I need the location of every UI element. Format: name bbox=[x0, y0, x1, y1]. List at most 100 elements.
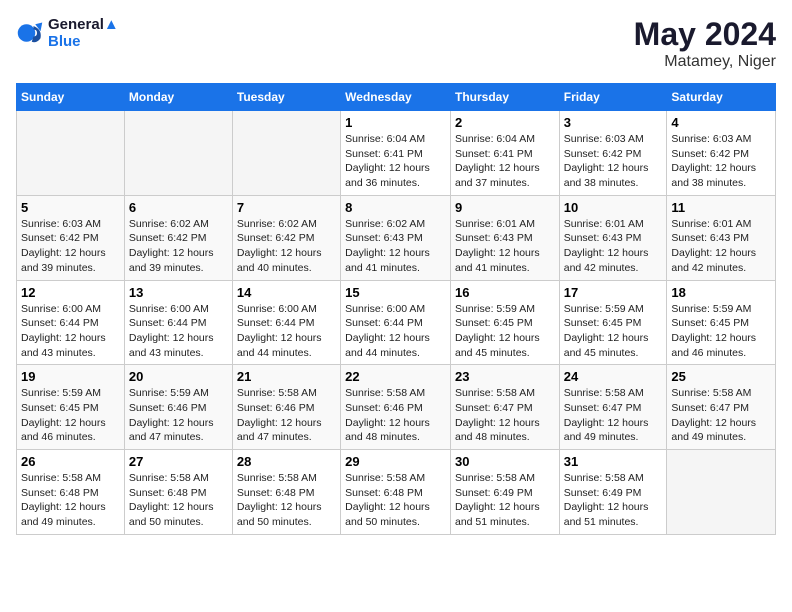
cell-content: Sunrise: 5:59 AM Sunset: 6:45 PM Dayligh… bbox=[671, 302, 771, 361]
calendar-cell: 7 Sunrise: 6:02 AM Sunset: 6:42 PM Daylig… bbox=[232, 195, 340, 280]
cell-content: Sunrise: 6:01 AM Sunset: 6:43 PM Dayligh… bbox=[455, 217, 555, 276]
cell-content: Sunrise: 6:02 AM Sunset: 6:43 PM Dayligh… bbox=[345, 217, 446, 276]
column-header-saturday: Saturday bbox=[667, 84, 776, 111]
day-number: 12 bbox=[21, 285, 120, 300]
day-number: 17 bbox=[564, 285, 663, 300]
calendar-cell bbox=[232, 111, 340, 196]
logo-text: General▲ Blue bbox=[48, 16, 119, 50]
day-number: 16 bbox=[455, 285, 555, 300]
column-header-sunday: Sunday bbox=[17, 84, 125, 111]
calendar-cell: 6Sunrise: 6:02 AM Sunset: 6:42 PM Daylig… bbox=[124, 195, 232, 280]
calendar-cell: 30 Sunrise: 5:58 AM Sunset: 6:49 PM Dayli… bbox=[450, 450, 559, 535]
day-number: 20 bbox=[129, 369, 228, 384]
calendar-cell: 22Sunrise: 5:58 AM Sunset: 6:46 PM Dayli… bbox=[341, 365, 451, 450]
calendar-cell: 13 Sunrise: 6:00 AM Sunset: 6:44 PM Dayli… bbox=[124, 280, 232, 365]
column-header-wednesday: Wednesday bbox=[341, 84, 451, 111]
calendar-cell: 12Sunrise: 6:00 AM Sunset: 6:44 PM Dayli… bbox=[17, 280, 125, 365]
header-row: SundayMondayTuesdayWednesdayThursdayFrid… bbox=[17, 84, 776, 111]
cell-content: Sunrise: 5:58 AM Sunset: 6:47 PM Dayligh… bbox=[564, 386, 663, 445]
calendar-cell: 2Sunrise: 6:04 AM Sunset: 6:41 PM Daylig… bbox=[450, 111, 559, 196]
column-header-monday: Monday bbox=[124, 84, 232, 111]
day-number: 19 bbox=[21, 369, 120, 384]
day-number: 15 bbox=[345, 285, 446, 300]
cell-content: Sunrise: 5:59 AM Sunset: 6:45 PM Dayligh… bbox=[21, 386, 120, 445]
calendar-cell: 17 Sunrise: 5:59 AM Sunset: 6:45 PM Dayli… bbox=[559, 280, 667, 365]
week-row-4: 19 Sunrise: 5:59 AM Sunset: 6:45 PM Dayli… bbox=[17, 365, 776, 450]
calendar-cell bbox=[667, 450, 776, 535]
day-number: 31 bbox=[564, 454, 663, 469]
cell-content: Sunrise: 6:03 AM Sunset: 6:42 PM Dayligh… bbox=[671, 132, 771, 191]
cell-content: Sunrise: 5:58 AM Sunset: 6:48 PM Dayligh… bbox=[345, 471, 446, 530]
week-row-1: 1Sunrise: 6:04 AM Sunset: 6:41 PM Daylig… bbox=[17, 111, 776, 196]
cell-content: Sunrise: 5:58 AM Sunset: 6:49 PM Dayligh… bbox=[564, 471, 663, 530]
week-row-2: 5Sunrise: 6:03 AM Sunset: 6:42 PM Daylig… bbox=[17, 195, 776, 280]
cell-content: Sunrise: 5:58 AM Sunset: 6:48 PM Dayligh… bbox=[21, 471, 120, 530]
day-number: 14 bbox=[237, 285, 336, 300]
day-number: 23 bbox=[455, 369, 555, 384]
calendar-table: SundayMondayTuesdayWednesdayThursdayFrid… bbox=[16, 83, 776, 535]
calendar-cell: 25 Sunrise: 5:58 AM Sunset: 6:47 PM Dayli… bbox=[667, 365, 776, 450]
cell-content: Sunrise: 6:03 AM Sunset: 6:42 PM Dayligh… bbox=[564, 132, 663, 191]
day-number: 27 bbox=[129, 454, 228, 469]
calendar-cell: 20 Sunrise: 5:59 AM Sunset: 6:46 PM Dayli… bbox=[124, 365, 232, 450]
calendar-cell: 28 Sunrise: 5:58 AM Sunset: 6:48 PM Dayli… bbox=[232, 450, 340, 535]
cell-content: Sunrise: 6:02 AM Sunset: 6:42 PM Dayligh… bbox=[237, 217, 336, 276]
calendar-cell: 27Sunrise: 5:58 AM Sunset: 6:48 PM Dayli… bbox=[124, 450, 232, 535]
day-number: 22 bbox=[345, 369, 446, 384]
cell-content: Sunrise: 5:59 AM Sunset: 6:45 PM Dayligh… bbox=[564, 302, 663, 361]
cell-content: Sunrise: 6:00 AM Sunset: 6:44 PM Dayligh… bbox=[129, 302, 228, 361]
cell-content: Sunrise: 5:59 AM Sunset: 6:45 PM Dayligh… bbox=[455, 302, 555, 361]
cell-content: Sunrise: 6:00 AM Sunset: 6:44 PM Dayligh… bbox=[345, 302, 446, 361]
cell-content: Sunrise: 6:01 AM Sunset: 6:43 PM Dayligh… bbox=[671, 217, 771, 276]
calendar-cell: 8Sunrise: 6:02 AM Sunset: 6:43 PM Daylig… bbox=[341, 195, 451, 280]
calendar-cell: 26 Sunrise: 5:58 AM Sunset: 6:48 PM Dayli… bbox=[17, 450, 125, 535]
logo: General▲ Blue bbox=[16, 16, 119, 50]
calendar-cell: 5Sunrise: 6:03 AM Sunset: 6:42 PM Daylig… bbox=[17, 195, 125, 280]
column-header-friday: Friday bbox=[559, 84, 667, 111]
cell-content: Sunrise: 6:04 AM Sunset: 6:41 PM Dayligh… bbox=[345, 132, 446, 191]
location: Matamey, Niger bbox=[634, 53, 776, 71]
day-number: 18 bbox=[671, 285, 771, 300]
cell-content: Sunrise: 6:03 AM Sunset: 6:42 PM Dayligh… bbox=[21, 217, 120, 276]
cell-content: Sunrise: 6:01 AM Sunset: 6:43 PM Dayligh… bbox=[564, 217, 663, 276]
cell-content: Sunrise: 5:58 AM Sunset: 6:47 PM Dayligh… bbox=[671, 386, 771, 445]
cell-content: Sunrise: 5:58 AM Sunset: 6:46 PM Dayligh… bbox=[237, 386, 336, 445]
day-number: 3 bbox=[564, 115, 663, 130]
day-number: 4 bbox=[671, 115, 771, 130]
cell-content: Sunrise: 5:58 AM Sunset: 6:47 PM Dayligh… bbox=[455, 386, 555, 445]
calendar-cell: 18 Sunrise: 5:59 AM Sunset: 6:45 PM Dayli… bbox=[667, 280, 776, 365]
day-number: 11 bbox=[671, 200, 771, 215]
calendar-cell: 10 Sunrise: 6:01 AM Sunset: 6:43 PM Dayli… bbox=[559, 195, 667, 280]
week-row-5: 26 Sunrise: 5:58 AM Sunset: 6:48 PM Dayli… bbox=[17, 450, 776, 535]
calendar-cell: 3 Sunrise: 6:03 AM Sunset: 6:42 PM Daylig… bbox=[559, 111, 667, 196]
day-number: 9 bbox=[455, 200, 555, 215]
day-number: 29 bbox=[345, 454, 446, 469]
day-number: 26 bbox=[21, 454, 120, 469]
calendar-cell: 29 Sunrise: 5:58 AM Sunset: 6:48 PM Dayli… bbox=[341, 450, 451, 535]
day-number: 7 bbox=[237, 200, 336, 215]
title-block: May 2024 Matamey, Niger bbox=[634, 16, 776, 71]
calendar-cell: 4 Sunrise: 6:03 AM Sunset: 6:42 PM Daylig… bbox=[667, 111, 776, 196]
calendar-cell: 1Sunrise: 6:04 AM Sunset: 6:41 PM Daylig… bbox=[341, 111, 451, 196]
cell-content: Sunrise: 6:04 AM Sunset: 6:41 PM Dayligh… bbox=[455, 132, 555, 191]
day-number: 10 bbox=[564, 200, 663, 215]
day-number: 30 bbox=[455, 454, 555, 469]
cell-content: Sunrise: 5:58 AM Sunset: 6:49 PM Dayligh… bbox=[455, 471, 555, 530]
cell-content: Sunrise: 5:58 AM Sunset: 6:48 PM Dayligh… bbox=[237, 471, 336, 530]
day-number: 6 bbox=[129, 200, 228, 215]
day-number: 21 bbox=[237, 369, 336, 384]
calendar-cell: 14Sunrise: 6:00 AM Sunset: 6:44 PM Dayli… bbox=[232, 280, 340, 365]
day-number: 13 bbox=[129, 285, 228, 300]
calendar-cell: 23 Sunrise: 5:58 AM Sunset: 6:47 PM Dayli… bbox=[450, 365, 559, 450]
cell-content: Sunrise: 5:59 AM Sunset: 6:46 PM Dayligh… bbox=[129, 386, 228, 445]
month-year: May 2024 bbox=[634, 16, 776, 53]
calendar-cell: 9 Sunrise: 6:01 AM Sunset: 6:43 PM Daylig… bbox=[450, 195, 559, 280]
column-header-tuesday: Tuesday bbox=[232, 84, 340, 111]
column-header-thursday: Thursday bbox=[450, 84, 559, 111]
week-row-3: 12 Sunrise: 6:00 AM Sunset: 6:44 PM Dayli… bbox=[17, 280, 776, 365]
day-number: 28 bbox=[237, 454, 336, 469]
day-number: 25 bbox=[671, 369, 771, 384]
calendar-cell: 31 Sunrise: 5:58 AM Sunset: 6:49 PM Dayli… bbox=[559, 450, 667, 535]
logo-icon bbox=[16, 19, 44, 47]
calendar-cell: 19 Sunrise: 5:59 AM Sunset: 6:45 PM Dayli… bbox=[17, 365, 125, 450]
